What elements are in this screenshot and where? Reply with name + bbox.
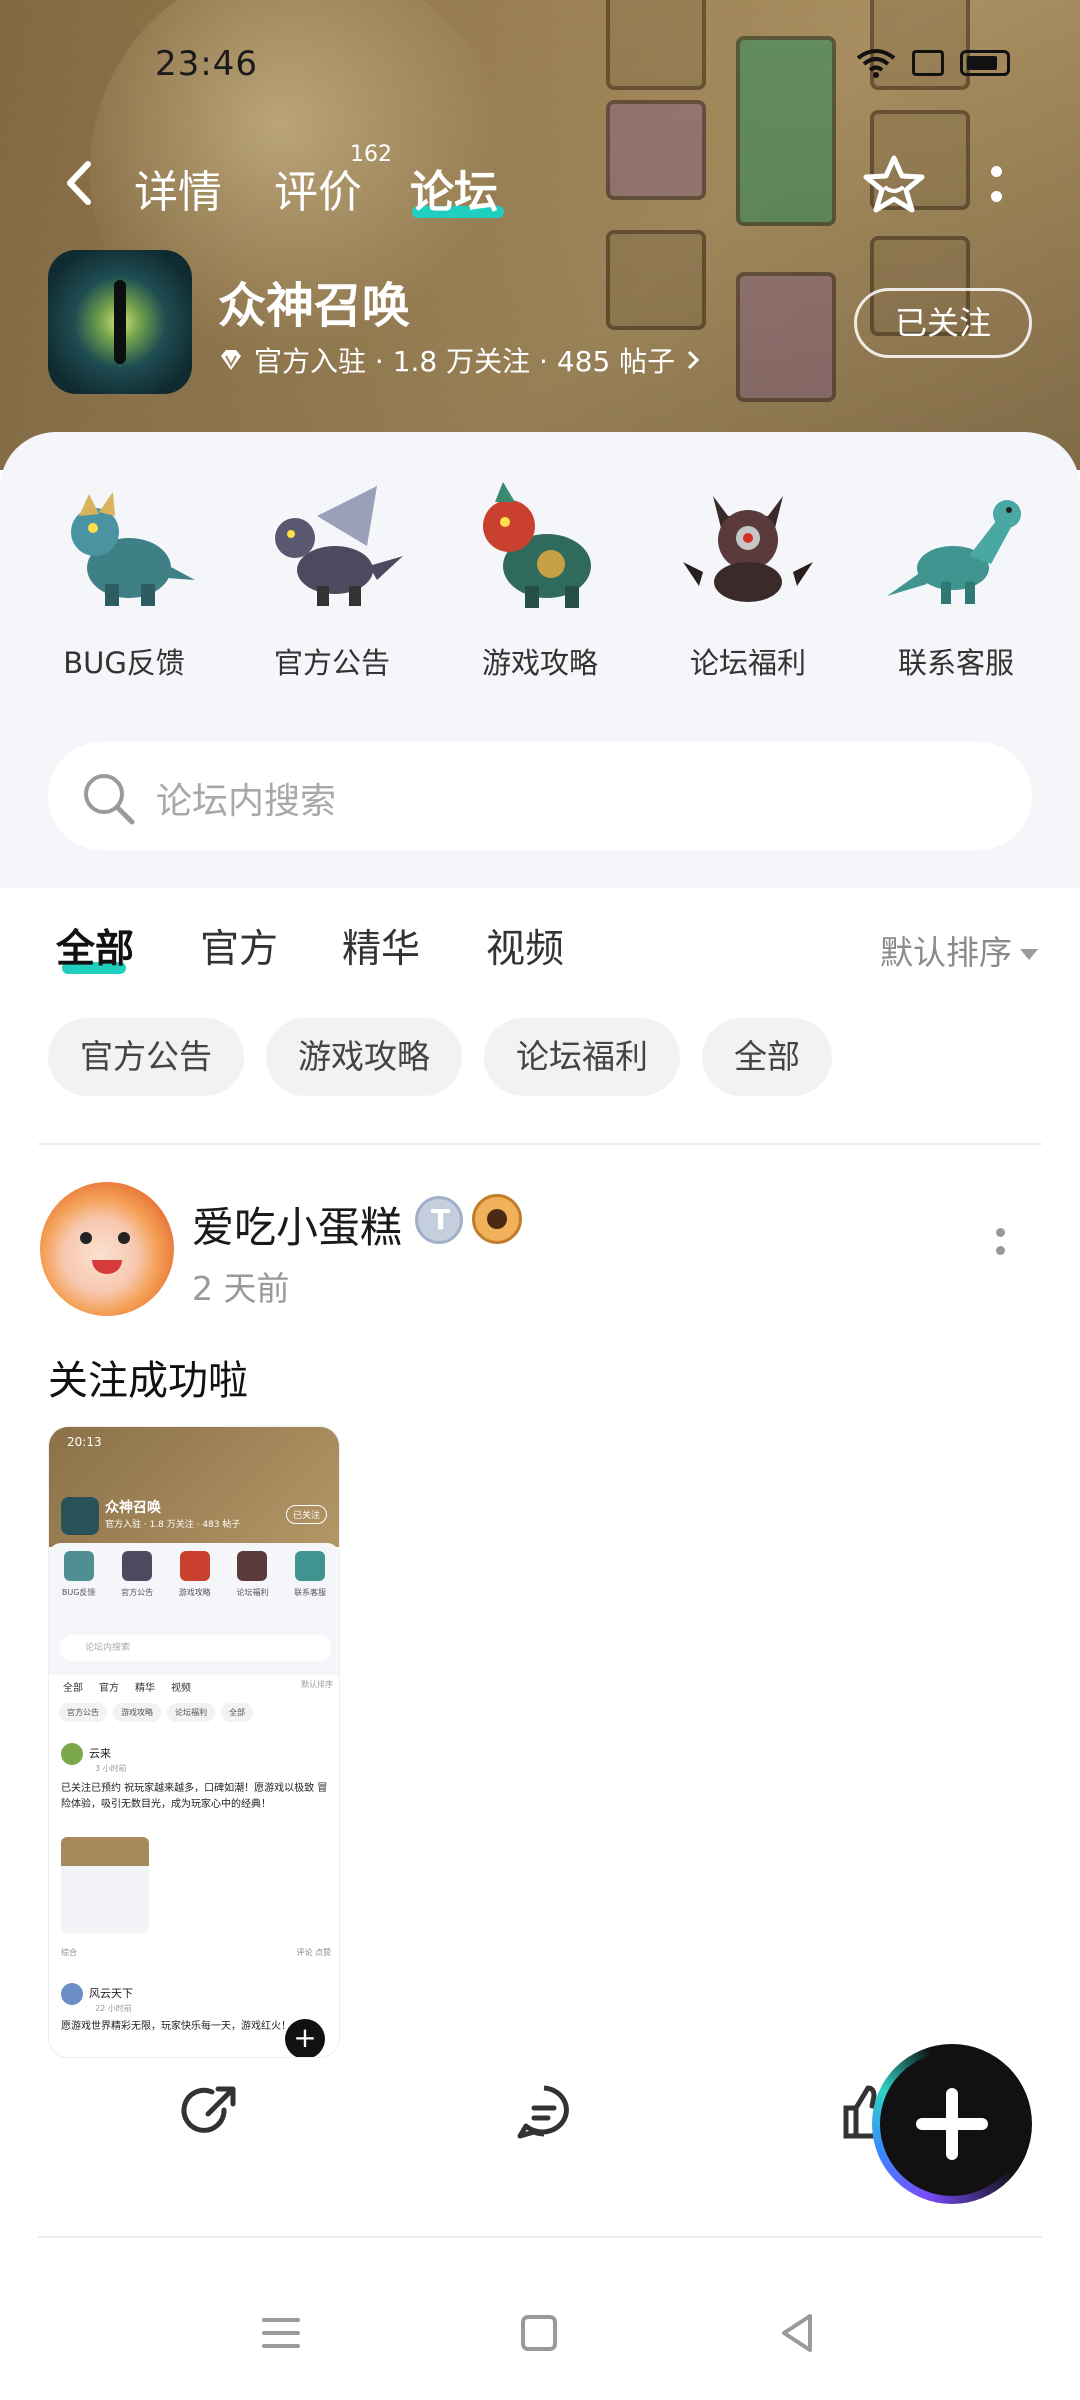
- winged-dragon-icon: [275, 486, 403, 606]
- blue-dragon-icon: [71, 492, 195, 606]
- menu-icon[interactable]: [256, 2308, 306, 2358]
- top-nav: 详情 评价 162 论坛: [0, 142, 1080, 228]
- medal-badge-icon: [472, 1194, 522, 1244]
- category-customer-service[interactable]: 联系客服: [856, 476, 1056, 682]
- sort-dropdown[interactable]: 默认排序: [880, 926, 1038, 974]
- tab-forum[interactable]: 论坛: [410, 156, 498, 220]
- game-header: 众神召唤 官方入驻 · 1.8 万关注 · 485 帖子 已关注: [48, 250, 1038, 400]
- game-app-icon: [48, 250, 192, 394]
- category-bug-report[interactable]: BUG反馈: [24, 476, 224, 682]
- battery-icon: [960, 50, 1010, 76]
- game-name: 众神召唤: [218, 278, 411, 334]
- game-meta-text: 官方入驻 · 1.8 万关注 · 485 帖子: [254, 345, 676, 378]
- official-diamond-icon: [221, 350, 241, 370]
- post-text[interactable]: 关注成功啦: [48, 1348, 248, 1406]
- system-nav-bar: [0, 2284, 1080, 2384]
- category-panel: BUG反馈 官方公告 游戏攻略 论坛福利 联系客服 论坛内搜索: [0, 432, 1080, 888]
- back-icon[interactable]: [772, 2308, 822, 2358]
- post-filter-tabs: 全部 官方 精华 视频 默认排序: [0, 918, 1080, 998]
- tab-videos[interactable]: 视频: [486, 918, 564, 974]
- divider: [38, 1143, 1042, 1145]
- post-more-icon[interactable]: [996, 1228, 1006, 1268]
- chip-all[interactable]: 全部: [702, 1018, 832, 1096]
- chip-guides[interactable]: 游戏攻略: [266, 1018, 462, 1096]
- category-game-guides[interactable]: 游戏攻略: [440, 476, 640, 682]
- status-time: 23:46: [155, 44, 258, 84]
- status-bar: 23:46: [0, 44, 1080, 94]
- user-avatar[interactable]: [40, 1182, 174, 1316]
- divider: [38, 2236, 1042, 2238]
- post-username[interactable]: 爱吃小蛋糕: [192, 1194, 402, 1255]
- wifi-icon: [856, 49, 896, 78]
- forum-search-input[interactable]: 论坛内搜索: [48, 742, 1032, 850]
- caret-down-icon: [1020, 949, 1038, 960]
- sim-icon: [912, 50, 944, 76]
- tab-all[interactable]: 全部: [56, 918, 134, 974]
- category-announcements[interactable]: 官方公告: [232, 476, 432, 682]
- armored-dragon-icon: [483, 482, 591, 608]
- tab-featured[interactable]: 精华: [342, 918, 420, 974]
- level-badge-icon: [415, 1196, 463, 1244]
- teal-dino-icon: [887, 500, 1021, 604]
- post-image[interactable]: 20:13 众神召唤 官方入驻 · 1.8 万关注 · 483 帖子 已关注 B…: [48, 1426, 340, 2058]
- search-placeholder: 论坛内搜索: [156, 781, 337, 822]
- more-options-icon[interactable]: [990, 162, 1004, 212]
- reviews-count-badge: 162: [350, 142, 392, 167]
- category-forum-rewards[interactable]: 论坛福利: [648, 476, 848, 682]
- favorite-star-icon[interactable]: [862, 152, 926, 216]
- search-icon: [84, 774, 135, 825]
- chip-announcements[interactable]: 官方公告: [48, 1018, 244, 1096]
- game-meta[interactable]: 官方入驻 · 1.8 万关注 · 485 帖子: [218, 340, 701, 380]
- plus-icon: [880, 2052, 1024, 2196]
- share-icon[interactable]: [178, 2080, 242, 2144]
- subcategory-chips: 官方公告 游戏攻略 论坛福利 全部: [48, 1018, 832, 1096]
- create-post-button[interactable]: [872, 2044, 1032, 2204]
- chip-rewards[interactable]: 论坛福利: [484, 1018, 680, 1096]
- chevron-right-icon: [688, 350, 700, 370]
- post-time: 2 天前: [192, 1269, 290, 1308]
- follow-button[interactable]: 已关注: [854, 288, 1032, 358]
- tab-details[interactable]: 详情: [134, 156, 222, 220]
- home-icon[interactable]: [514, 2308, 564, 2358]
- back-arrow-icon[interactable]: [60, 158, 100, 208]
- comment-icon[interactable]: [512, 2080, 576, 2144]
- tab-official[interactable]: 官方: [200, 918, 278, 974]
- dark-knight-icon: [683, 496, 813, 602]
- tab-reviews[interactable]: 评价: [274, 156, 362, 220]
